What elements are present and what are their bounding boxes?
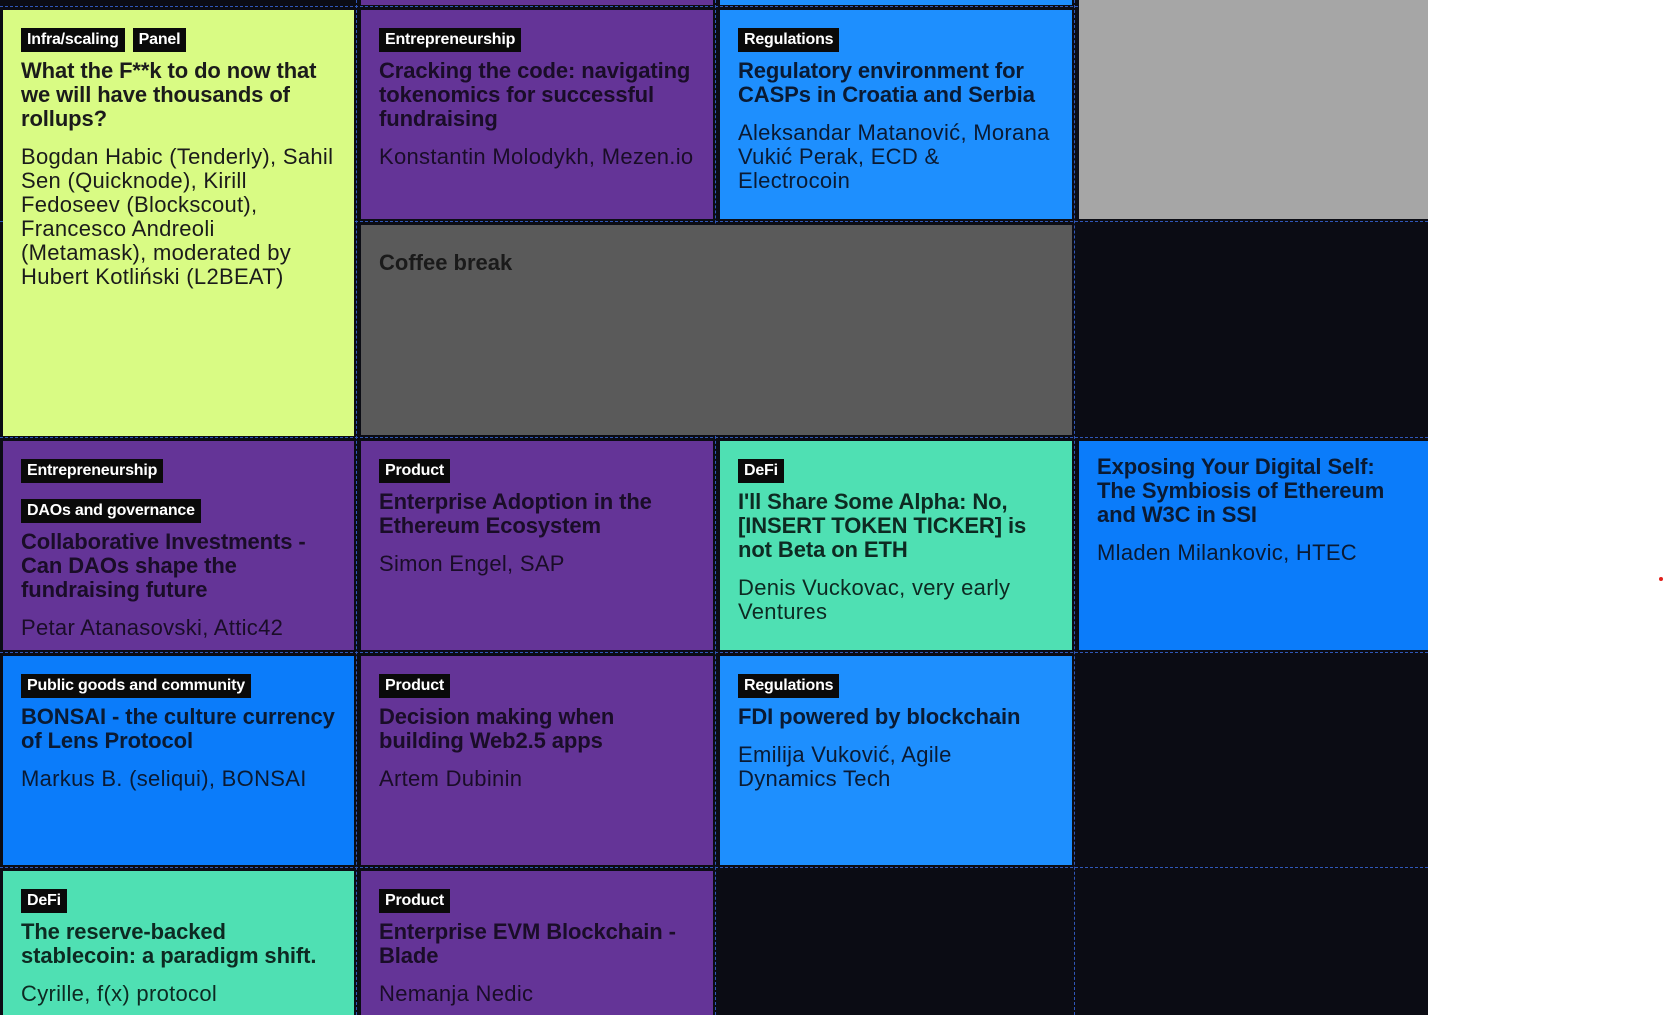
session-title: I'll Share Some Alpha: No, [INSERT TOKEN… (738, 489, 1027, 562)
session-speakers: Emilija Vuković, Agile Dynamics Tech (738, 742, 952, 791)
session-title: The reserve-backed stablecoin: a paradig… (21, 919, 317, 968)
tag-list: Regulations (738, 674, 1056, 698)
session-card-regulatory[interactable]: Regulations Regulatory environment for C… (720, 10, 1072, 219)
tag-list: Product (379, 459, 697, 483)
tag-list: Product (379, 674, 697, 698)
session-card-alpha[interactable]: DeFi I'll Share Some Alpha: No, [INSERT … (720, 441, 1072, 650)
tag-defi[interactable]: DeFi (738, 459, 784, 483)
tag-entrepreneurship[interactable]: Entrepreneurship (21, 459, 164, 483)
session-title: Cracking the code: navigating tokenomics… (379, 58, 691, 131)
session-card-partial (720, 0, 1072, 5)
tag-list: Public goods and community (21, 674, 338, 698)
tag-list: Regulations (738, 28, 1056, 52)
tag-regulations[interactable]: Regulations (738, 674, 840, 698)
session-card-web25[interactable]: Product Decision making when building We… (361, 656, 713, 865)
tag-product[interactable]: Product (379, 459, 451, 483)
tag-list: Product (379, 889, 697, 913)
session-speakers: Cyrille, f(x) protocol (21, 981, 218, 1006)
session-speakers: Artem Dubinin (379, 766, 523, 791)
session-title: Collaborative Investments - Can DAOs sha… (21, 529, 306, 602)
session-card-blade[interactable]: Product Enterprise EVM Blockchain - Blad… (361, 871, 713, 1015)
session-title: Regulatory environment for CASPs in Croa… (738, 58, 1035, 107)
session-card-fdi[interactable]: Regulations FDI powered by blockchain Em… (720, 656, 1072, 865)
session-speakers: Konstantin Molodykh, Mezen.io (379, 144, 694, 169)
tag-list: DeFi (738, 459, 1056, 483)
break-title: Coffee break (379, 250, 513, 275)
grid-line (0, 437, 1428, 438)
tag-regulations[interactable]: Regulations (738, 28, 840, 52)
session-title: FDI powered by blockchain (738, 704, 1021, 729)
tag-list: DeFi (21, 889, 338, 913)
session-speakers: Petar Atanasovski, Attic42 (21, 615, 284, 640)
grid-line (356, 0, 357, 1015)
session-title: BONSAI - the culture currency of Lens Pr… (21, 704, 335, 753)
session-card-stablecoin[interactable]: DeFi The reserve-backed stablecoin: a pa… (3, 871, 354, 1015)
session-card-bonsai[interactable]: Public goods and community BONSAI - the … (3, 656, 354, 865)
session-speakers: Simon Engel, SAP (379, 551, 565, 576)
tag-product[interactable]: Product (379, 674, 451, 698)
session-card-partial (361, 0, 713, 5)
session-card-enterprise[interactable]: Product Enterprise Adoption in the Ether… (361, 441, 713, 650)
grid-line (0, 652, 1428, 653)
session-speakers: Mladen Milankovic, HTEC (1097, 540, 1357, 565)
session-title: What the F**k to do now that we will hav… (21, 58, 317, 131)
session-card-rollups[interactable]: Infra/scaling Panel What the F**k to do … (3, 10, 354, 436)
tag-list: Entrepreneurship DAOs and governance (21, 459, 338, 523)
session-card-ssi[interactable]: Exposing Your Digital Self: The Symbiosi… (1079, 441, 1428, 650)
session-card-daos[interactable]: Entrepreneurship DAOs and governance Col… (3, 441, 354, 650)
tag-infra-scaling[interactable]: Infra/scaling (21, 28, 125, 52)
session-speakers: Markus B. (seliqui), BONSAI (21, 766, 307, 791)
grid-line (0, 867, 1428, 868)
tag-list: Entrepreneurship (379, 28, 697, 52)
session-card-tokenomics[interactable]: Entrepreneurship Cracking the code: navi… (361, 10, 713, 219)
tag-entrepreneurship[interactable]: Entrepreneurship (379, 28, 522, 52)
tag-product[interactable]: Product (379, 889, 451, 913)
session-title: Exposing Your Digital Self: The Symbiosi… (1097, 454, 1385, 527)
session-speakers: Nemanja Nedic (379, 981, 534, 1006)
session-title: Decision making when building Web2.5 app… (379, 704, 615, 753)
session-title: Enterprise Adoption in the Ethereum Ecos… (379, 489, 652, 538)
coffee-break-card: Coffee break (361, 225, 1072, 435)
grid-line (715, 0, 716, 1015)
tag-list: Infra/scaling Panel (21, 28, 338, 52)
cursor-dot (1659, 577, 1663, 581)
session-title: Enterprise EVM Blockchain - Blade (379, 919, 676, 968)
session-speakers: Denis Vuckovac, very early Ventures (738, 575, 1011, 624)
session-speakers: Aleksandar Matanović, Morana Vukić Perak… (738, 120, 1050, 193)
schedule-grid: Infra/scaling Panel What the F**k to do … (0, 0, 1428, 1015)
tag-defi[interactable]: DeFi (21, 889, 67, 913)
empty-slot (1079, 0, 1428, 219)
tag-daos-and-governance[interactable]: DAOs and governance (21, 499, 201, 523)
tag-panel[interactable]: Panel (132, 28, 187, 52)
grid-line (1074, 0, 1075, 1015)
tag-public-goods[interactable]: Public goods and community (21, 674, 251, 698)
session-speakers: Bogdan Habic (Tenderly), Sahil Sen (Quic… (21, 144, 334, 289)
